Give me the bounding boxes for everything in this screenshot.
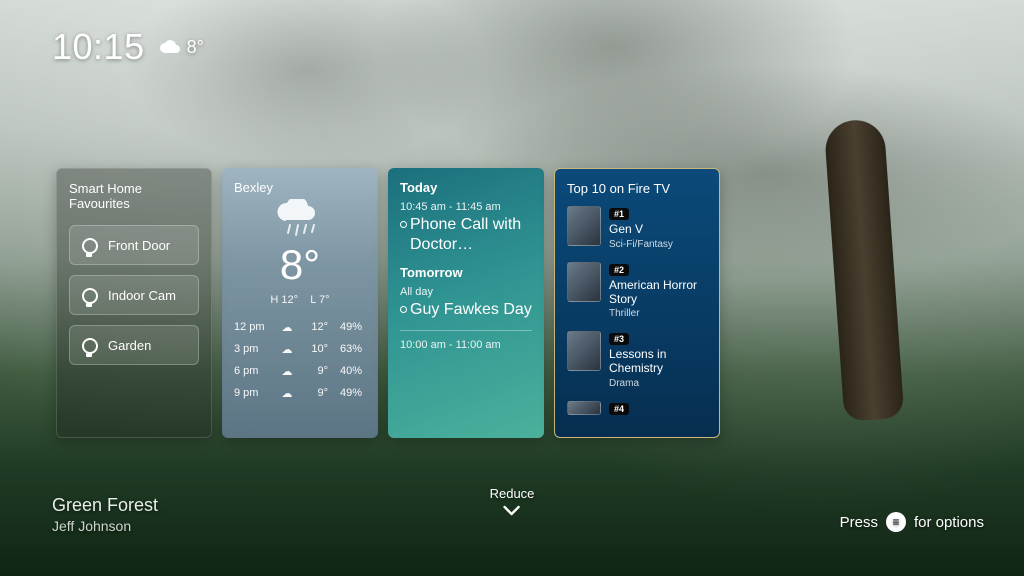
options-pre: Press xyxy=(840,514,878,531)
background-trunk xyxy=(824,118,905,421)
reduce-label: Reduce xyxy=(490,486,535,501)
hour-temp: 9° xyxy=(298,365,332,377)
reduce-button[interactable]: Reduce xyxy=(490,486,535,520)
rain-icon xyxy=(234,199,366,242)
camera-icon xyxy=(80,236,98,254)
rank-badge: #1 xyxy=(609,208,629,220)
tomorrow-header: Tomorrow xyxy=(400,265,532,280)
hour-temp: 12° xyxy=(298,321,332,333)
smart-home-item[interactable]: Front Door xyxy=(69,225,199,265)
status-bar: 10:15 8° xyxy=(52,26,204,68)
smart-home-label: Indoor Cam xyxy=(108,288,176,303)
menu-button-icon: ≡ xyxy=(886,512,906,532)
top10-item[interactable]: #1 Gen V Sci-Fi/Fantasy xyxy=(567,206,709,250)
rain-icon: ☁ xyxy=(276,321,298,334)
top10-meta: #2 American Horror Story Thriller xyxy=(609,262,709,320)
status-weather: 8° xyxy=(159,37,204,58)
widget-row: Smart Home Favourites Front Door Indoor … xyxy=(56,168,720,438)
weather-high: H 12° xyxy=(270,294,298,306)
event-title: Guy Fawkes Day xyxy=(410,300,532,320)
rank-badge: #4 xyxy=(609,403,629,415)
weather-location: Bexley xyxy=(234,180,366,195)
cloud-icon xyxy=(159,39,181,55)
top10-item[interactable]: #2 American Horror Story Thriller xyxy=(567,262,709,320)
rain-icon: ☁ xyxy=(276,343,298,356)
camera-icon xyxy=(80,286,98,304)
ambient-info: Green Forest Jeff Johnson xyxy=(52,495,158,534)
hour-time: 3 pm xyxy=(234,343,276,355)
hour-time: 12 pm xyxy=(234,321,276,333)
event-time: 10:00 am - 11:00 am xyxy=(400,339,532,351)
camera-icon xyxy=(80,336,98,354)
hour-time: 6 pm xyxy=(234,365,276,377)
top10-card[interactable]: Top 10 on Fire TV #1 Gen V Sci-Fi/Fantas… xyxy=(554,168,720,438)
hourly-row: 9 pm ☁ 9° 49% xyxy=(234,382,366,404)
hour-time: 9 pm xyxy=(234,387,276,399)
hour-humidity: 63% xyxy=(332,343,362,355)
top10-meta: #1 Gen V Sci-Fi/Fantasy xyxy=(609,206,709,250)
top10-item[interactable]: #3 Lessons in Chemistry Drama xyxy=(567,331,709,389)
top10-title: Top 10 on Fire TV xyxy=(567,181,709,196)
status-temp: 8° xyxy=(187,37,204,58)
show-genre: Sci-Fi/Fantasy xyxy=(609,239,709,250)
event-title: Phone Call with Doctor… xyxy=(410,215,532,255)
hourly-row: 3 pm ☁ 10° 63% xyxy=(234,338,366,360)
chevron-down-icon xyxy=(490,505,535,520)
options-hint: Press ≡ for options xyxy=(840,512,984,532)
weather-temp: 8° xyxy=(234,244,366,286)
hour-temp: 10° xyxy=(298,343,332,355)
smart-home-label: Garden xyxy=(108,338,151,353)
smart-home-card[interactable]: Smart Home Favourites Front Door Indoor … xyxy=(56,168,212,438)
smart-home-title: Smart Home Favourites xyxy=(69,181,199,211)
top10-meta: #3 Lessons in Chemistry Drama xyxy=(609,331,709,389)
hour-temp: 9° xyxy=(298,387,332,399)
top10-meta: #4 xyxy=(609,401,709,418)
show-name: American Horror Story xyxy=(609,279,709,307)
smart-home-label: Front Door xyxy=(108,238,170,253)
rank-badge: #2 xyxy=(609,264,629,276)
show-genre: Drama xyxy=(609,378,709,389)
weather-card[interactable]: Bexley 8° H 12° L 7° 12 pm ☁ 12° 49% 3 p… xyxy=(222,168,378,438)
hourly-row: 12 pm ☁ 12° 49% xyxy=(234,316,366,338)
hour-humidity: 40% xyxy=(332,365,362,377)
poster-thumb xyxy=(567,262,601,302)
smart-home-item[interactable]: Garden xyxy=(69,325,199,365)
ambient-artist: Jeff Johnson xyxy=(52,518,158,534)
hourly-row: 6 pm ☁ 9° 40% xyxy=(234,360,366,382)
divider xyxy=(400,330,532,331)
poster-thumb xyxy=(567,401,601,415)
weather-hilo: H 12° L 7° xyxy=(234,294,366,306)
show-genre: Thriller xyxy=(609,308,709,319)
event-time: All day xyxy=(400,286,532,298)
hour-humidity: 49% xyxy=(332,321,362,333)
smart-home-item[interactable]: Indoor Cam xyxy=(69,275,199,315)
top10-item[interactable]: #4 xyxy=(567,401,709,418)
show-name: Gen V xyxy=(609,223,709,237)
poster-thumb xyxy=(567,331,601,371)
show-name: Lessons in Chemistry xyxy=(609,348,709,376)
calendar-card[interactable]: Today 10:45 am - 11:45 am Phone Call wit… xyxy=(388,168,544,438)
weather-low: L 7° xyxy=(310,294,329,306)
hour-humidity: 49% xyxy=(332,387,362,399)
clock: 10:15 xyxy=(52,26,145,68)
cloud-icon: ☁ xyxy=(276,387,298,400)
event-time: 10:45 am - 11:45 am xyxy=(400,201,532,213)
rank-badge: #3 xyxy=(609,333,629,345)
poster-thumb xyxy=(567,206,601,246)
options-post: for options xyxy=(914,514,984,531)
cloud-icon: ☁ xyxy=(276,365,298,378)
ambient-name: Green Forest xyxy=(52,495,158,516)
today-header: Today xyxy=(400,180,532,195)
